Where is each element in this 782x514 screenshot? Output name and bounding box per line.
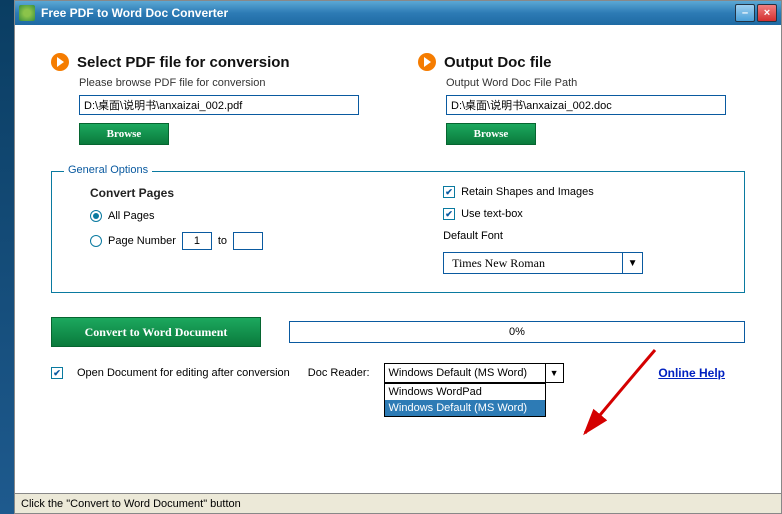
output-heading: Output Doc file	[444, 54, 552, 71]
titlebar: Free PDF to Word Doc Converter – ×	[15, 1, 781, 25]
page-to-input[interactable]	[233, 232, 263, 250]
checkbox-use-textbox[interactable]	[443, 208, 455, 220]
page-from-input[interactable]	[182, 232, 212, 250]
chevron-down-icon: ▼	[545, 364, 563, 382]
reader-option-msword[interactable]: Windows Default (MS Word)	[385, 400, 545, 416]
page-to-label: to	[218, 235, 227, 247]
progress-bar: 0%	[289, 321, 745, 343]
online-help-link[interactable]: Online Help	[658, 366, 725, 380]
progress-value: 0%	[509, 326, 525, 338]
convert-pages-title: Convert Pages	[90, 186, 263, 200]
output-section: Output Doc file Output Word Doc File Pat…	[418, 53, 745, 145]
output-doc-path[interactable]	[446, 95, 726, 115]
font-combo-value: Times New Roman	[444, 253, 622, 273]
checkbox-retain-shapes[interactable]	[443, 186, 455, 198]
doc-reader-combo[interactable]: Windows Default (MS Word) ▼	[384, 363, 564, 383]
app-title: Free PDF to Word Doc Converter	[41, 6, 733, 20]
close-button[interactable]: ×	[757, 4, 777, 22]
default-font-combo[interactable]: Times New Roman ▼	[443, 252, 643, 274]
page-number-label: Page Number	[108, 235, 176, 247]
input-section: Select PDF file for conversion Please br…	[51, 53, 378, 145]
doc-reader-label: Doc Reader:	[308, 367, 370, 379]
input-hint: Please browse PDF file for conversion	[79, 77, 378, 89]
statusbar-text: Click the "Convert to Word Document" but…	[21, 498, 241, 510]
input-pdf-path[interactable]	[79, 95, 359, 115]
radio-all-pages[interactable]	[90, 210, 102, 222]
app-icon	[19, 5, 35, 21]
arrow-right-icon	[418, 53, 436, 71]
reader-option-wordpad[interactable]: Windows WordPad	[385, 384, 545, 400]
general-options-fieldset: General Options Convert Pages All Pages …	[51, 171, 745, 293]
retain-shapes-label: Retain Shapes and Images	[461, 186, 594, 198]
open-after-label: Open Document for editing after conversi…	[77, 367, 290, 379]
chevron-down-icon: ▼	[622, 253, 642, 273]
doc-reader-dropdown: Windows WordPad Windows Default (MS Word…	[384, 383, 546, 417]
output-hint: Output Word Doc File Path	[446, 77, 745, 89]
default-font-label: Default Font	[443, 230, 503, 242]
statusbar: Click the "Convert to Word Document" but…	[15, 493, 781, 513]
general-options-legend: General Options	[64, 164, 152, 176]
minimize-button[interactable]: –	[735, 4, 755, 22]
app-window: Free PDF to Word Doc Converter – × Selec…	[14, 0, 782, 514]
doc-reader-value: Windows Default (MS Word)	[385, 364, 545, 382]
all-pages-label: All Pages	[108, 210, 154, 222]
browse-input-button[interactable]: Browse	[79, 123, 169, 145]
use-textbox-label: Use text-box	[461, 208, 523, 220]
radio-page-number[interactable]	[90, 235, 102, 247]
input-heading: Select PDF file for conversion	[77, 54, 290, 71]
arrow-right-icon	[51, 53, 69, 71]
browse-output-button[interactable]: Browse	[446, 123, 536, 145]
convert-button[interactable]: Convert to Word Document	[51, 317, 261, 347]
checkbox-open-after[interactable]	[51, 367, 63, 379]
